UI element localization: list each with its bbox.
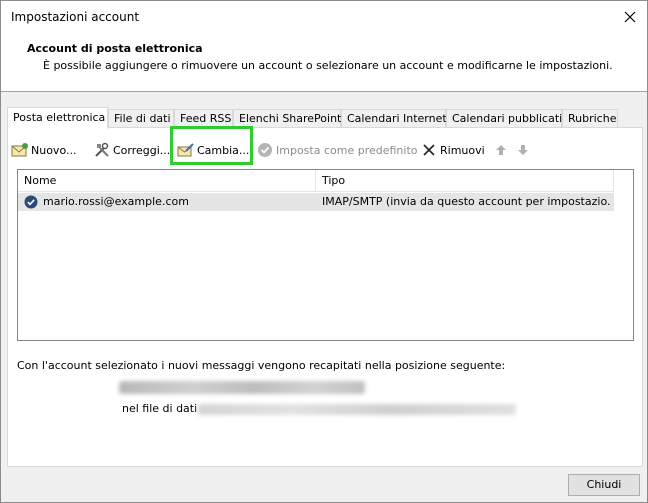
- accounts-list-header: Nome Tipo: [18, 170, 633, 192]
- dialog-header: Account di posta elettronica È possibile…: [1, 32, 647, 92]
- vertical-scrollbar[interactable]: [614, 170, 633, 340]
- blurred-delivery-folder: [119, 381, 365, 394]
- window-title: Impostazioni account: [11, 10, 140, 24]
- arrow-down-icon: [514, 141, 532, 159]
- close-button[interactable]: Chiudi: [568, 474, 640, 496]
- title-bar: Impostazioni account: [1, 1, 647, 32]
- close-window-button[interactable]: [613, 1, 647, 32]
- tab-rubriche[interactable]: Rubriche: [562, 109, 618, 128]
- header-description: È possibile aggiungere o rimuovere un ac…: [43, 59, 613, 72]
- tab-posta-elettronica[interactable]: Posta elettronica: [7, 107, 108, 129]
- move-up-button[interactable]: [492, 139, 512, 161]
- repair-account-label: Correggi...: [113, 143, 171, 157]
- move-down-button[interactable]: [514, 139, 534, 161]
- close-icon: [624, 11, 636, 22]
- account-name-cell: mario.rossi@example.com: [24, 193, 314, 211]
- tab-calendari-pubblicati[interactable]: Calendari pubblicati: [446, 109, 562, 128]
- account-settings-window: Impostazioni account Account di posta el…: [0, 0, 648, 503]
- change-account-label: Cambia...: [197, 143, 250, 157]
- remove-account-button[interactable]: Rimuovi: [420, 139, 485, 161]
- tab-elenchi-sharepoint[interactable]: Elenchi SharePoint: [233, 109, 341, 128]
- column-header-nome[interactable]: Nome: [18, 170, 316, 192]
- remove-account-label: Rimuovi: [440, 143, 485, 157]
- column-header-tipo[interactable]: Tipo: [316, 170, 614, 192]
- account-type-cell: IMAP/SMTP (invia da questo account per i…: [322, 195, 610, 208]
- header-title: Account di posta elettronica: [27, 42, 203, 55]
- set-default-button[interactable]: Imposta come predefinito: [256, 139, 418, 161]
- arrow-up-icon: [492, 141, 510, 159]
- tab-feed-rss[interactable]: Feed RSS: [174, 109, 233, 128]
- tab-calendari-internet[interactable]: Calendari Internet: [341, 109, 447, 128]
- blurred-datafile-path: [198, 404, 516, 415]
- default-account-check-icon: [24, 195, 38, 209]
- remove-x-icon: [420, 141, 438, 159]
- change-mail-icon: [177, 141, 195, 159]
- new-mail-icon: [11, 141, 29, 159]
- delivery-location-text: Con l'account selezionato i nuovi messag…: [17, 359, 506, 372]
- new-account-button[interactable]: Nuovo...: [11, 139, 76, 161]
- new-account-label: Nuovo...: [31, 143, 77, 157]
- change-account-button[interactable]: Cambia...: [177, 139, 249, 161]
- set-default-label: Imposta come predefinito: [276, 143, 418, 157]
- account-name: mario.rossi@example.com: [43, 195, 189, 208]
- check-circle-icon: [256, 141, 274, 159]
- repair-account-button[interactable]: Correggi...: [93, 139, 170, 161]
- datafile-label: nel file di dati: [122, 402, 198, 415]
- tab-file-di-dati[interactable]: File di dati: [108, 109, 174, 128]
- accounts-list[interactable]: Nome Tipo mario.rossi@example.com IMAP/S…: [17, 169, 634, 341]
- table-row[interactable]: mario.rossi@example.com IMAP/SMTP (invia…: [18, 193, 614, 211]
- tools-icon: [93, 141, 111, 159]
